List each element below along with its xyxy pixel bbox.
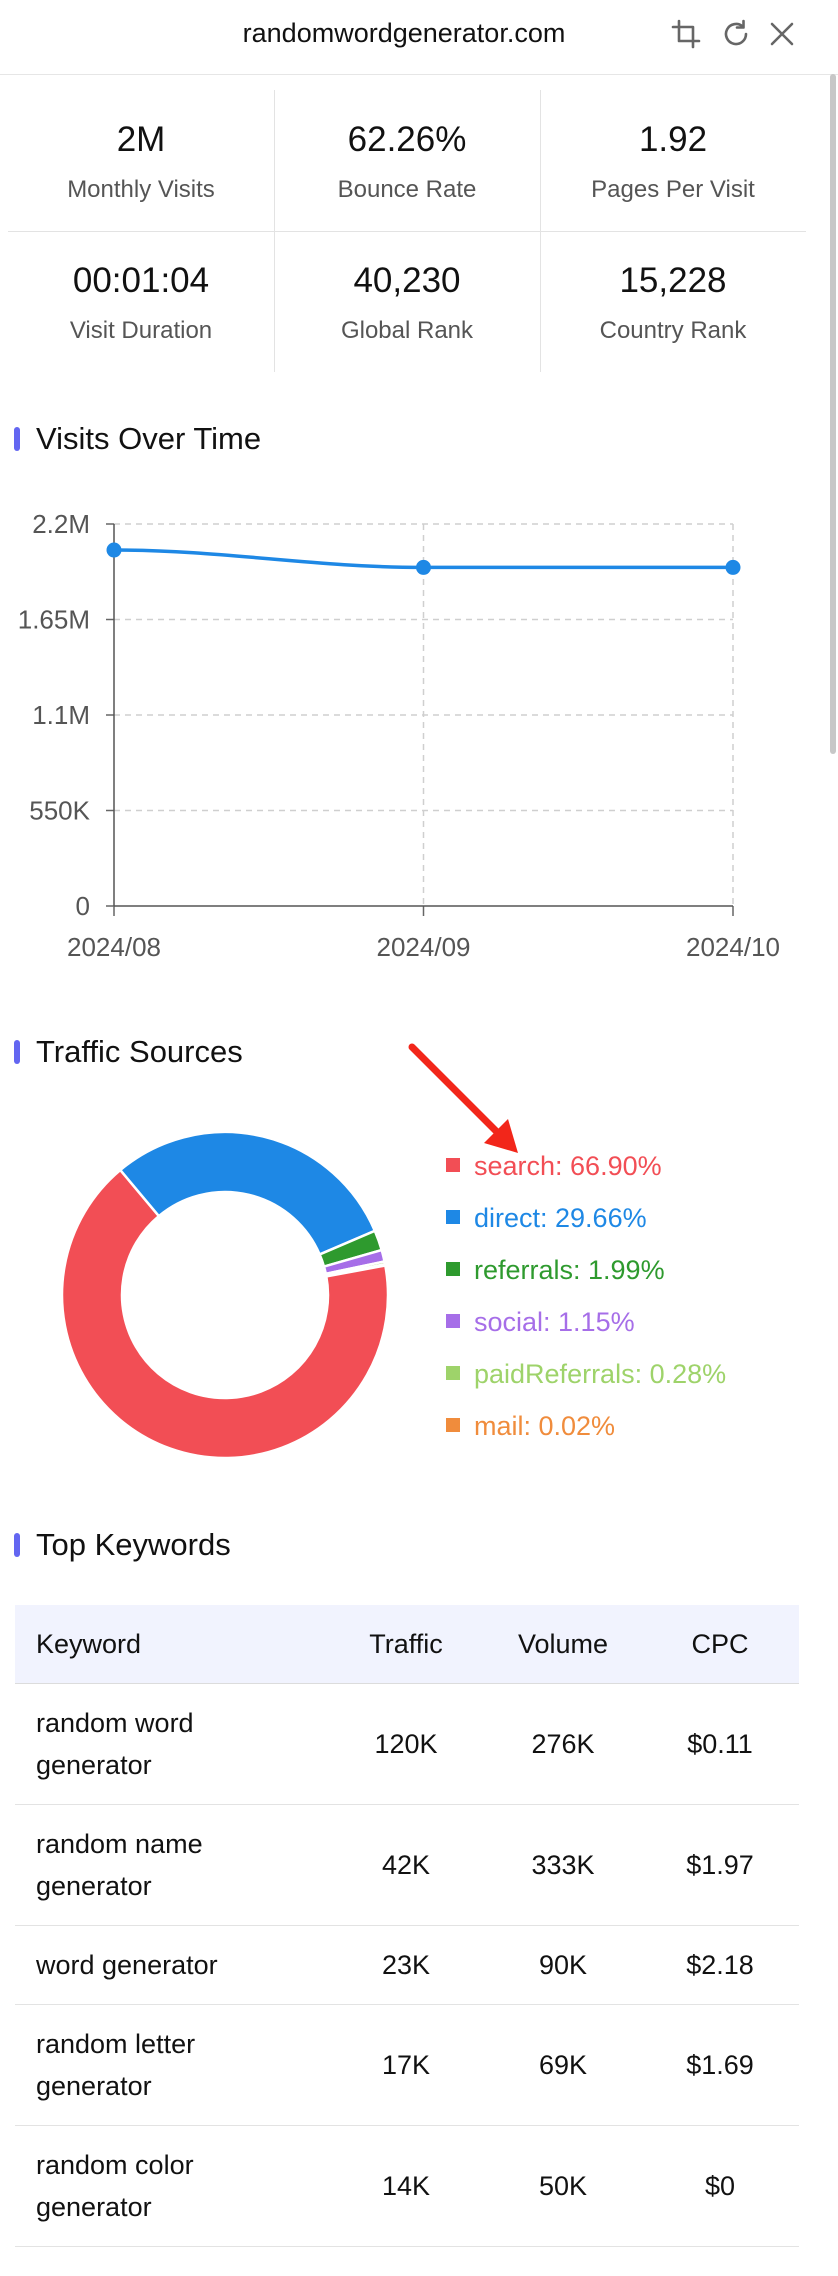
table-row: word generator 23K 90K $2.18: [15, 1926, 799, 2005]
stat-label: Pages Per Visit: [591, 176, 755, 203]
section-title-text: Top Keywords: [36, 1527, 231, 1562]
cpc-cell: $0: [704, 2171, 736, 2201]
visits-line-chart: 0 550K 1.1M 1.65M 2.2M 2024/08 2024/09 2024/10: [18, 509, 780, 962]
stat-value: 2M: [116, 120, 166, 159]
stat-value: 00:01:04: [72, 261, 210, 300]
volume-cell: 69K: [538, 2050, 588, 2080]
stats-grid: 2M Monthly Visits 62.26% Bounce Rate 1.9…: [8, 90, 806, 372]
red-arrow-annotation: [408, 1043, 518, 1153]
traffic-cell: 17K: [381, 2050, 431, 2080]
y-tick-label: 0: [76, 891, 90, 921]
traffic-cell: 23K: [381, 1950, 431, 1980]
stat-pages-per-visit: 1.92 Pages Per Visit: [540, 90, 806, 231]
volume-cell: 50K: [538, 2171, 588, 2201]
legend-swatch: [446, 1314, 460, 1328]
stat-bounce-rate: 62.26% Bounce Rate: [274, 90, 540, 231]
legend-swatch: [446, 1262, 460, 1276]
traffic-cell: 14K: [381, 2171, 431, 2201]
x-tick-label: 2024/09: [377, 932, 471, 962]
table-row: random name generator 42K 333K $1.97: [15, 1805, 799, 1926]
traffic-sources-donut: [60, 1130, 390, 1460]
section-title-text: Traffic Sources: [36, 1034, 243, 1069]
donut-slice-direct[interactable]: [118, 1130, 377, 1257]
header-bar: randomwordgenerator.com: [0, 0, 838, 75]
close-icon[interactable]: [766, 18, 798, 50]
y-tick-label: 2.2M: [32, 509, 90, 539]
cpc-cell: $1.69: [686, 2050, 754, 2080]
section-accent-bar: [14, 1533, 20, 1557]
column-header-volume: Volume: [517, 1629, 609, 1659]
table-row: random letter generator 17K 69K $1.69: [15, 2005, 799, 2126]
legend-label: social: 1.15%: [474, 1307, 635, 1337]
keyword-cell: word generator: [36, 1950, 218, 1980]
keyword-cell: random word generator: [36, 1708, 194, 1780]
scrollbar[interactable]: [828, 74, 838, 754]
column-header-cpc: CPC: [691, 1629, 749, 1659]
cpc-cell: $0.11: [687, 1729, 753, 1759]
volume-cell: 276K: [531, 1729, 595, 1759]
cpc-cell: $2.18: [686, 1950, 754, 1980]
x-tick-label: 2024/10: [686, 932, 780, 962]
traffic-cell: 42K: [381, 1850, 431, 1880]
stat-label: Global Rank: [340, 317, 474, 344]
cpc-cell: $1.97: [686, 1850, 754, 1880]
keyword-cell: random name generator: [36, 1829, 203, 1901]
legend-label: mail: 0.02%: [474, 1411, 616, 1441]
stat-value: 62.26%: [347, 120, 467, 159]
table-row: random word generator 120K 276K $0.11: [15, 1684, 799, 1805]
x-tick-label: 2024/08: [67, 932, 161, 962]
volume-cell: 333K: [531, 1850, 595, 1880]
legend-swatch: [446, 1158, 460, 1172]
stat-country-rank: 15,228 Country Rank: [540, 231, 806, 372]
table-header: Keyword Traffic Volume CPC: [15, 1605, 799, 1684]
legend-label: paidReferrals: 0.28%: [474, 1359, 727, 1389]
section-accent-bar: [14, 427, 20, 451]
section-accent-bar: [14, 1040, 20, 1064]
legend-label: search: 66.90%: [474, 1151, 662, 1181]
stat-global-rank: 40,230 Global Rank: [274, 231, 540, 372]
stat-label: Country Rank: [599, 317, 747, 344]
stat-label: Monthly Visits: [67, 176, 215, 203]
data-point[interactable]: [106, 542, 122, 558]
data-point[interactable]: [725, 559, 741, 575]
legend-swatch: [446, 1366, 460, 1380]
crop-icon[interactable]: [670, 18, 702, 50]
y-tick-label: 1.1M: [32, 700, 90, 730]
keyword-cell: random letter generator: [36, 2029, 196, 2101]
stat-label: Bounce Rate: [337, 176, 477, 203]
legend-swatch: [446, 1418, 460, 1432]
keyword-cell: random color generator: [36, 2150, 194, 2222]
scrollbar-thumb[interactable]: [830, 74, 836, 754]
y-tick-label: 1.65M: [18, 605, 90, 635]
stat-value: 40,230: [353, 261, 461, 300]
volume-cell: 90K: [538, 1950, 588, 1980]
stat-value: 15,228: [619, 261, 727, 300]
table-row: random color generator 14K 50K $0: [15, 2126, 799, 2247]
legend-swatch: [446, 1210, 460, 1224]
refresh-icon[interactable]: [720, 18, 752, 50]
legend-label: referrals: 1.99%: [474, 1255, 665, 1285]
stat-value: 1.92: [638, 120, 708, 159]
y-tick-label: 550K: [29, 796, 90, 826]
traffic-cell: 120K: [374, 1729, 438, 1759]
stat-monthly-visits: 2M Monthly Visits: [8, 90, 274, 231]
section-title-text: Visits Over Time: [36, 421, 262, 456]
stat-label: Visit Duration: [69, 317, 213, 344]
legend-label: direct: 29.66%: [474, 1203, 647, 1233]
stat-visit-duration: 00:01:04 Visit Duration: [8, 231, 274, 372]
column-header-keyword: Keyword: [36, 1629, 142, 1659]
data-point[interactable]: [416, 559, 431, 575]
column-header-traffic: Traffic: [369, 1629, 443, 1659]
